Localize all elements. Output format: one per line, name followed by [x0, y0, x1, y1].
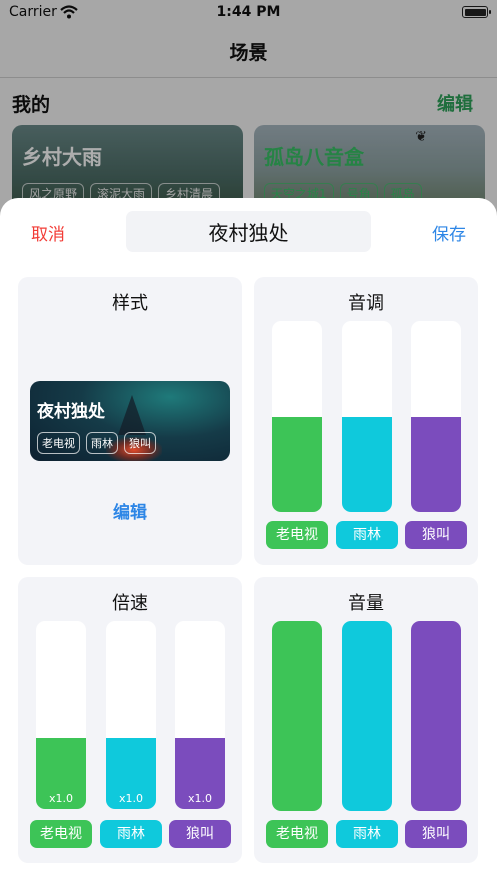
- track-chip-wolf-howl[interactable]: 狼叫: [169, 820, 231, 848]
- tone-slider[interactable]: [342, 321, 392, 512]
- volume-slider-fill: [411, 621, 461, 811]
- cancel-button[interactable]: 取消: [31, 220, 65, 245]
- panel-title: 样式: [112, 293, 148, 314]
- preview-title: 夜村独处: [37, 402, 105, 422]
- track-chip-old-tv[interactable]: 老电视: [266, 820, 328, 848]
- panel-title: 倍速: [112, 593, 148, 614]
- speed-value: x1.0: [187, 792, 212, 805]
- panel-title: 音调: [348, 293, 384, 314]
- volume-slider-fill: [272, 621, 322, 811]
- speed-slider[interactable]: x1.0: [106, 621, 156, 809]
- tone-slider[interactable]: [411, 321, 461, 512]
- volume-slider[interactable]: [342, 621, 392, 811]
- preview-tag: 狼叫: [124, 432, 156, 454]
- speed-slider-fill: x1.0: [175, 737, 225, 809]
- style-preview-card: 夜村独处 老电视 雨林 狼叫: [30, 381, 230, 461]
- tent-shape: [118, 395, 146, 435]
- preview-tag: 雨林: [86, 432, 118, 454]
- track-chip-old-tv[interactable]: 老电视: [266, 521, 328, 549]
- tone-panel: 音调 老电视 雨林 狼叫: [254, 277, 478, 565]
- volume-slider-fill: [342, 621, 392, 811]
- style-panel: 样式 夜村独处 老电视 雨林 狼叫 编辑: [18, 277, 242, 565]
- edit-scene-sheet: 取消 保存 样式 夜村独处 老电视 雨林 狼叫 编辑 音调 老电视 雨林: [0, 198, 497, 883]
- volume-slider[interactable]: [272, 621, 322, 811]
- speed-slider[interactable]: x1.0: [36, 621, 86, 809]
- speed-slider-fill: x1.0: [36, 737, 86, 809]
- track-chip-old-tv[interactable]: 老电视: [30, 820, 92, 848]
- tone-slider-fill: [411, 416, 461, 512]
- panel-title: 音量: [348, 593, 384, 614]
- style-edit-button[interactable]: 编辑: [18, 498, 242, 523]
- volume-panel: 音量 老电视 雨林 狼叫: [254, 577, 478, 863]
- tone-slider-fill: [342, 416, 392, 512]
- track-chip-rainforest[interactable]: 雨林: [336, 820, 398, 848]
- preview-tags: 老电视 雨林 狼叫: [37, 432, 156, 454]
- track-chip-wolf-howl[interactable]: 狼叫: [405, 820, 467, 848]
- tone-slider[interactable]: [272, 321, 322, 512]
- track-chip-rainforest[interactable]: 雨林: [336, 521, 398, 549]
- speed-value: x1.0: [48, 792, 73, 805]
- save-button[interactable]: 保存: [432, 220, 466, 245]
- tone-slider-fill: [272, 416, 322, 512]
- speed-panel: 倍速 x1.0 x1.0 x1.0 老电视 雨林 狼叫: [18, 577, 242, 863]
- track-chip-rainforest[interactable]: 雨林: [100, 820, 162, 848]
- preview-tag: 老电视: [37, 432, 80, 454]
- track-chip-wolf-howl[interactable]: 狼叫: [405, 521, 467, 549]
- speed-slider-fill: x1.0: [106, 737, 156, 809]
- speed-value: x1.0: [118, 792, 143, 805]
- speed-slider[interactable]: x1.0: [175, 621, 225, 809]
- volume-slider[interactable]: [411, 621, 461, 811]
- scene-name-input[interactable]: [126, 211, 371, 252]
